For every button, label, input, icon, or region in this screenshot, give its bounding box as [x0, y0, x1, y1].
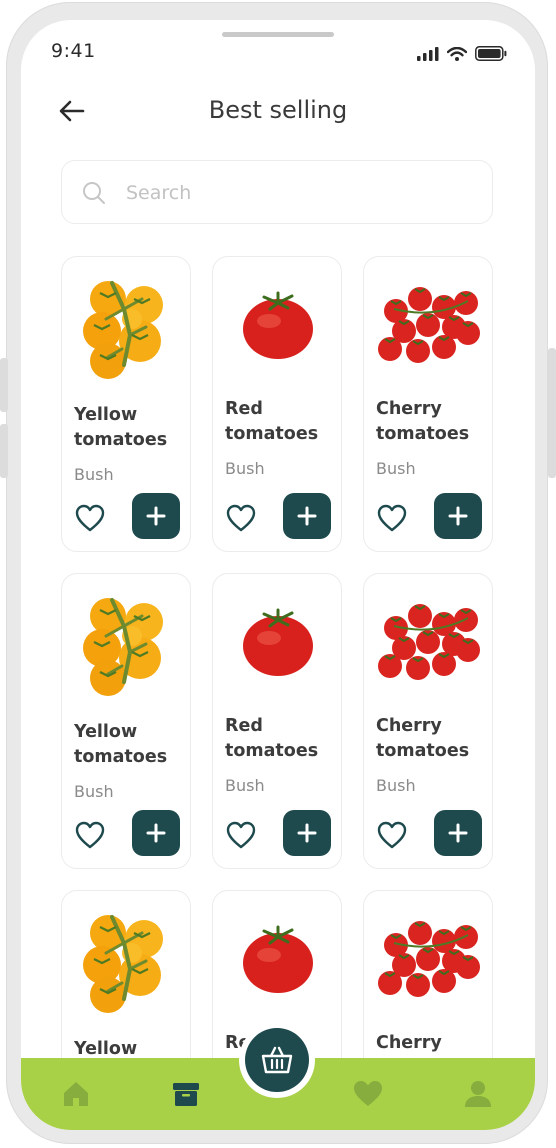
product-subtitle: Bush [225, 459, 265, 478]
favorite-heart-icon[interactable] [376, 820, 408, 850]
favorite-heart-icon[interactable] [225, 503, 257, 533]
red-tomato-image [243, 925, 313, 993]
basket-icon [261, 1046, 293, 1074]
side-button-left-bottom [0, 424, 8, 478]
basket-button-circle[interactable] [245, 1028, 309, 1092]
heart-icon[interactable] [352, 1078, 384, 1110]
notch-bar [222, 32, 334, 37]
basket-button[interactable] [239, 1022, 315, 1098]
plus-icon [297, 506, 317, 526]
app-screen: 9:41 Best selling Yellow to [21, 20, 535, 1130]
product-name: Red tomatoes [225, 716, 319, 761]
status-icons [417, 46, 507, 61]
favorite-heart-icon[interactable] [74, 820, 106, 850]
add-to-cart-button[interactable] [434, 493, 482, 539]
product-image [72, 586, 180, 696]
product-image [374, 269, 482, 379]
cherry-tomatoes-image [378, 287, 480, 363]
product-name: Yellow tomatoes [74, 405, 168, 450]
favorite-heart-icon[interactable] [376, 503, 408, 533]
product-image [223, 269, 331, 379]
add-to-cart-button[interactable] [132, 810, 180, 856]
add-to-cart-button[interactable] [434, 810, 482, 856]
side-button-left-top [0, 358, 8, 412]
plus-icon [448, 506, 468, 526]
product-card[interactable]: Yellow tomatoes Bush [61, 573, 191, 869]
product-subtitle: Bush [225, 776, 265, 795]
product-image [72, 903, 180, 1013]
product-card[interactable]: Red tomatoes Bush [212, 256, 342, 552]
yellow-tomatoes-image [83, 281, 163, 379]
side-button-right [548, 348, 556, 478]
product-subtitle: Bush [74, 782, 114, 801]
product-card[interactable]: Cherry tomatoes Bush [363, 573, 493, 869]
plus-icon [297, 823, 317, 843]
battery-icon [475, 46, 507, 61]
add-to-cart-button[interactable] [283, 810, 331, 856]
yellow-tomatoes-image [83, 915, 163, 1013]
red-tomato-image [243, 291, 313, 359]
product-subtitle: Bush [74, 465, 114, 484]
favorite-heart-icon[interactable] [225, 820, 257, 850]
profile-icon[interactable] [462, 1078, 494, 1110]
product-card[interactable]: Cherry tomatoes Bush [363, 256, 493, 552]
search-icon [83, 182, 105, 204]
box-icon[interactable] [170, 1078, 202, 1110]
search-input[interactable] [124, 175, 468, 211]
home-icon[interactable] [60, 1078, 92, 1110]
header: Best selling [21, 88, 535, 136]
favorite-heart-icon[interactable] [74, 503, 106, 533]
add-to-cart-button[interactable] [132, 493, 180, 539]
status-time: 9:41 [51, 40, 96, 62]
signal-icon [417, 46, 439, 61]
product-name: Cherry [376, 1033, 442, 1053]
yellow-tomatoes-image [83, 598, 163, 696]
product-name: Red tomatoes [225, 399, 319, 444]
cherry-tomatoes-image [378, 921, 480, 997]
product-subtitle: Bush [376, 776, 416, 795]
page-title: Best selling [208, 96, 348, 124]
product-name: Yellow tomatoes [74, 722, 168, 767]
red-tomato-image [243, 608, 313, 676]
product-image [223, 586, 331, 696]
product-name: Cherry tomatoes [376, 399, 470, 444]
product-subtitle: Bush [376, 459, 416, 478]
wifi-icon [447, 46, 467, 61]
product-image [72, 269, 180, 379]
product-image [374, 586, 482, 696]
product-name: Cherry tomatoes [376, 716, 470, 761]
search-box[interactable] [61, 160, 493, 224]
plus-icon [146, 506, 166, 526]
add-to-cart-button[interactable] [283, 493, 331, 539]
product-image [223, 903, 331, 1013]
plus-icon [146, 823, 166, 843]
cherry-tomatoes-image [378, 604, 480, 680]
product-card[interactable]: Yellow tomatoes Bush [61, 256, 191, 552]
product-card[interactable]: Red tomatoes Bush [212, 573, 342, 869]
product-image [374, 903, 482, 1013]
plus-icon [448, 823, 468, 843]
